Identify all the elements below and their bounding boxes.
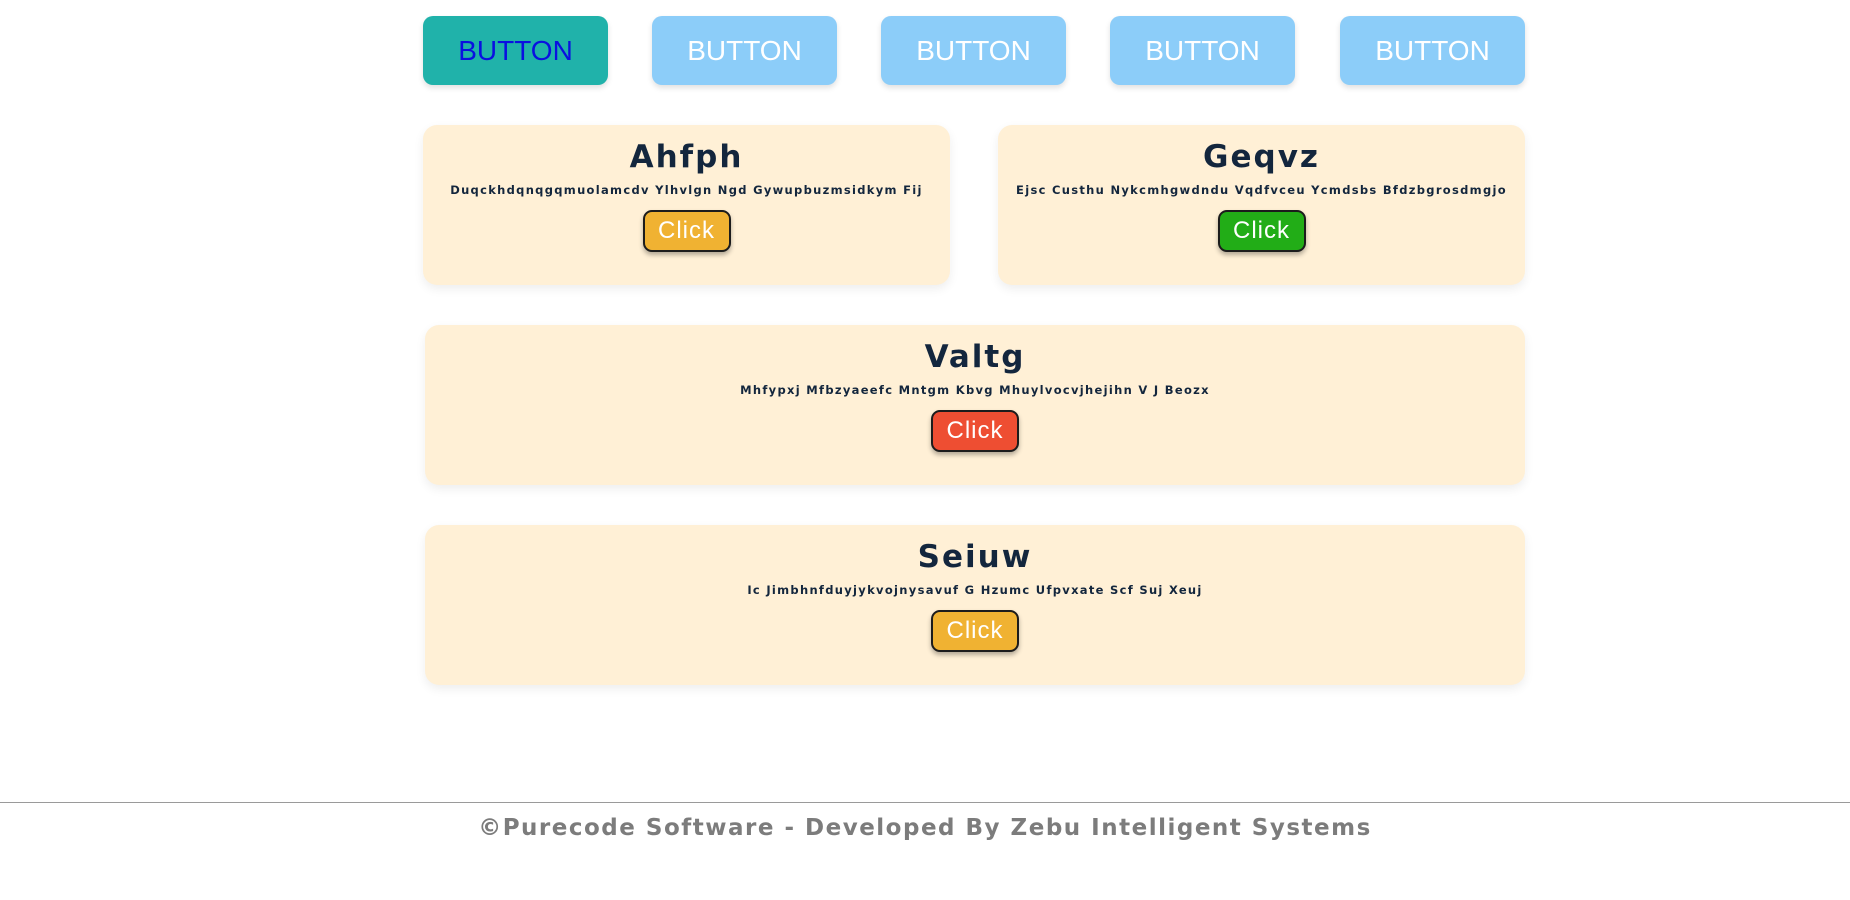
footer-divider xyxy=(0,802,1850,803)
card-click-button[interactable]: Click xyxy=(931,410,1019,452)
card-title: Seiuw xyxy=(917,539,1033,575)
card-title: Geqvz xyxy=(1203,139,1320,175)
card-description: Ic Jimbhnfduyjykvojnysavuf G Hzumc Ufpvx… xyxy=(747,583,1203,597)
footer-copyright: ©Purecode Software - Developed By Zebu I… xyxy=(478,815,1372,841)
card-title: Ahfph xyxy=(629,139,744,175)
card-click-button[interactable]: Click xyxy=(931,610,1019,652)
top-button-4[interactable]: BUTTON xyxy=(1110,16,1295,85)
top-button-5[interactable]: BUTTON xyxy=(1340,16,1525,85)
top-button-3[interactable]: BUTTON xyxy=(881,16,1066,85)
card-click-button[interactable]: Click xyxy=(1217,210,1306,252)
card-description: Duqckhdqnqgqmuolamcdv Ylhvlgn Ngd Gywupb… xyxy=(450,183,923,197)
page: BUTTON BUTTON BUTTON BUTTON BUTTON Ahfph… xyxy=(0,0,1850,900)
top-button-2[interactable]: BUTTON xyxy=(652,16,837,85)
top-button-1[interactable]: BUTTON xyxy=(423,16,608,85)
card-title: Valtg xyxy=(924,339,1026,375)
card-valtg: Valtg Mhfypxj Mfbzyaeefc Mntgm Kbvg Mhuy… xyxy=(425,325,1525,485)
top-button-bar: BUTTON BUTTON BUTTON BUTTON BUTTON xyxy=(423,16,1525,85)
card-ahfph: Ahfph Duqckhdqnqgqmuolamcdv Ylhvlgn Ngd … xyxy=(423,125,950,285)
card-seiuw: Seiuw Ic Jimbhnfduyjykvojnysavuf G Hzumc… xyxy=(425,525,1525,685)
card-description: Ejsc Custhu Nykcmhgwdndu Vqdfvceu Ycmdsb… xyxy=(1016,183,1507,197)
card-click-button[interactable]: Click xyxy=(642,210,731,252)
card-geqvz: Geqvz Ejsc Custhu Nykcmhgwdndu Vqdfvceu … xyxy=(998,125,1525,285)
card-description: Mhfypxj Mfbzyaeefc Mntgm Kbvg Mhuylvocvj… xyxy=(740,383,1210,397)
